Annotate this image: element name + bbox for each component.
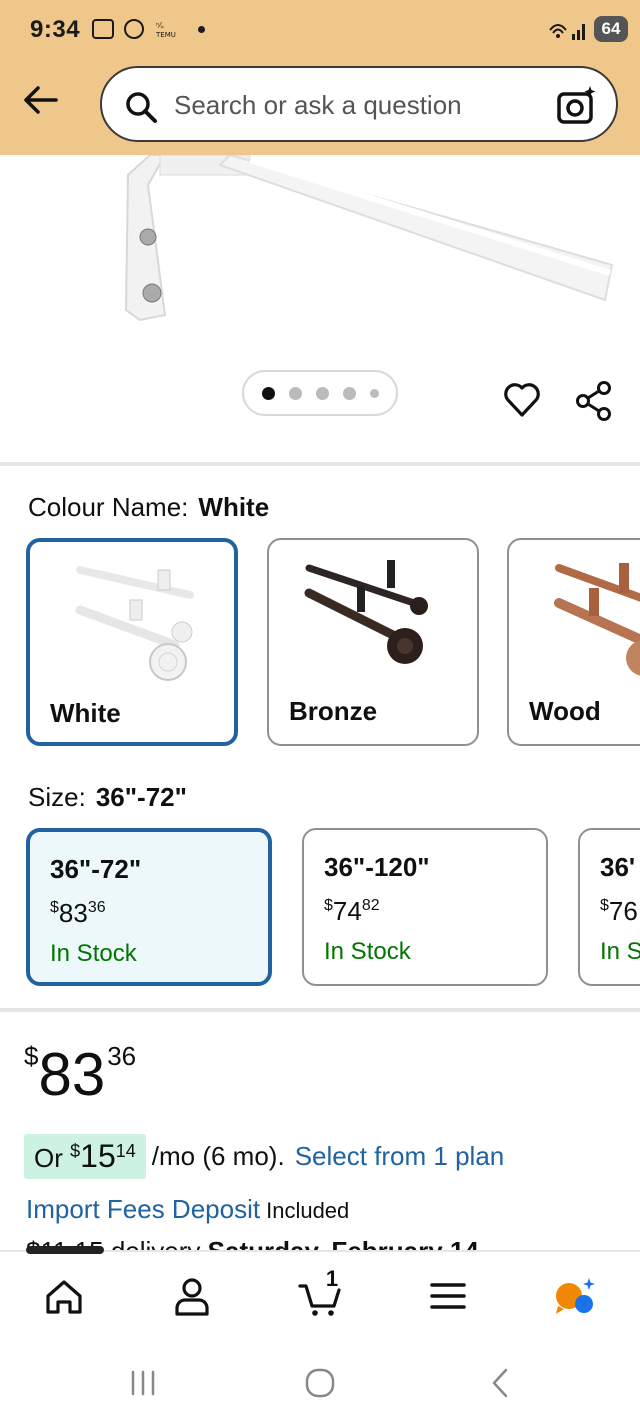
size-option-36-72[interactable]: 36"-72" $8336 In Stock (26, 828, 272, 986)
notification-icon (92, 19, 114, 39)
search-icon (126, 92, 157, 123)
status-time: 9:34 (30, 16, 81, 43)
installment-whole: 15 (80, 1137, 116, 1174)
installment-badge: Or $1514 (24, 1133, 146, 1179)
size-option-partial[interactable]: 36' $76 In S (578, 828, 640, 986)
price-whole: 83 (38, 1041, 106, 1108)
carousel-dot[interactable] (342, 386, 356, 400)
notification-icons: ⁿ⁄ᵤ TEMU (92, 19, 205, 39)
size-option-name: 36"-72" (50, 854, 142, 884)
installment-row: Or $1514 /mo (6 mo). Select from 1 plan (24, 1132, 504, 1180)
system-back-icon[interactable] (484, 1366, 518, 1400)
size-option-name: 36"-120" (324, 852, 430, 882)
cart-count: 1 (325, 1266, 339, 1291)
camera-icon[interactable] (556, 84, 598, 126)
size-option-36-120[interactable]: 36"-120" $7482 In Stock (302, 828, 548, 986)
product-image[interactable] (0, 155, 640, 365)
import-fees-link[interactable]: Import Fees Deposit (26, 1194, 260, 1224)
carousel-dot[interactable] (315, 386, 329, 400)
signal-icon (548, 18, 588, 45)
svg-text:ⁿ⁄ᵤ: ⁿ⁄ᵤ (156, 21, 164, 30)
carousel-dot[interactable] (261, 386, 275, 400)
search-bar[interactable] (100, 66, 618, 142)
menu-icon[interactable] (426, 1274, 470, 1318)
size-price-whole: 83 (58, 898, 88, 928)
colour-option-label: White (50, 698, 121, 728)
select-plan-link[interactable]: Select from 1 plan (295, 1141, 505, 1172)
colour-option-white[interactable]: White (26, 538, 238, 746)
colour-label: Colour Name: White (28, 492, 269, 523)
product-page: 9:34 ⁿ⁄ᵤ TEMU 64 Search or ask a questio… (0, 0, 640, 1422)
section-divider (0, 1008, 640, 1012)
section-divider (0, 462, 640, 466)
size-option-name: 36' (600, 852, 636, 882)
recent-apps-icon[interactable] (126, 1366, 160, 1400)
size-option-stock: In S (600, 938, 640, 965)
colour-label-text: Colour Name: (28, 492, 189, 522)
heart-icon[interactable] (502, 380, 542, 420)
size-option-price: $76 (600, 896, 638, 927)
home-icon[interactable] (42, 1274, 86, 1318)
bronze-rod-image (304, 560, 428, 664)
size-selected-value: 36"-72" (95, 782, 187, 812)
home-button-icon[interactable] (303, 1366, 337, 1400)
import-fees: Import Fees Deposit Included (26, 1194, 349, 1225)
size-price-currency: $ (600, 897, 609, 914)
facebook-icon (124, 19, 144, 39)
colour-selected-value: White (198, 492, 270, 522)
installment-currency: $ (70, 1140, 81, 1161)
more-notifications-dot (198, 25, 205, 33)
battery-level: 64 (594, 16, 628, 42)
system-navigation-bar (0, 1340, 640, 1422)
active-tab-indicator (26, 1246, 104, 1254)
wood-rod-image (554, 563, 640, 676)
installment-cents: 14 (115, 1140, 136, 1161)
svg-text:TEMU: TEMU (155, 31, 176, 39)
size-price-whole: 74 (332, 896, 362, 926)
size-price-cents: 36 (87, 899, 106, 916)
colour-option-label: Wood (529, 696, 601, 726)
size-price-currency: $ (50, 899, 59, 916)
size-option-price: $8336 (50, 898, 106, 929)
carousel-dot[interactable] (369, 388, 379, 398)
installment-term: /mo (6 mo). (151, 1140, 285, 1171)
product-price: $8336 (24, 1040, 136, 1109)
account-icon[interactable] (170, 1274, 214, 1318)
image-carousel-dots[interactable] (242, 370, 398, 416)
temu-icon: ⁿ⁄ᵤ TEMU (154, 19, 184, 39)
colour-option-wood[interactable]: Wood (507, 538, 640, 746)
colour-option-label: Bronze (289, 696, 378, 726)
size-price-currency: $ (324, 897, 333, 914)
header: 9:34 ⁿ⁄ᵤ TEMU 64 (0, 0, 640, 155)
bottom-navigation: 1 (0, 1246, 640, 1340)
rufus-icon[interactable] (552, 1274, 596, 1318)
size-label-text: Size: (28, 782, 86, 812)
status-bar: 9:34 ⁿ⁄ᵤ TEMU 64 (0, 0, 640, 60)
size-option-price: $7482 (324, 896, 380, 927)
share-icon[interactable] (574, 380, 614, 422)
back-arrow-icon[interactable] (20, 80, 60, 120)
installment-prefix: Or (34, 1142, 63, 1173)
white-rod-image (75, 566, 194, 681)
carousel-dot[interactable] (288, 386, 302, 400)
colour-option-bronze[interactable]: Bronze (267, 538, 479, 746)
search-input[interactable] (174, 84, 534, 126)
size-option-stock: In Stock (324, 938, 411, 965)
size-price-cents: 82 (361, 897, 380, 914)
import-fees-included: Included (266, 1198, 350, 1223)
size-option-stock: In Stock (50, 940, 137, 967)
size-price-whole: 76 (608, 896, 638, 926)
price-currency: $ (24, 1041, 39, 1071)
size-label: Size: 36"-72" (28, 782, 187, 813)
price-cents: 36 (107, 1041, 137, 1071)
delivery-date: Saturday, February 14 (208, 1236, 479, 1250)
